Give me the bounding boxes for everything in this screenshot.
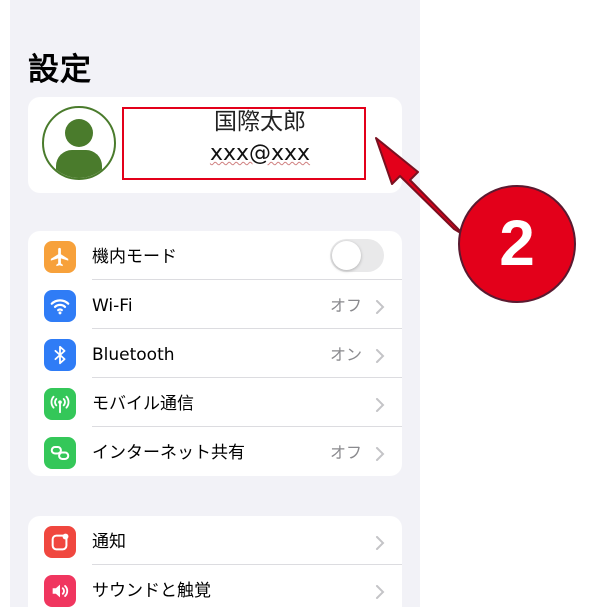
notifications-icon [44,526,76,558]
wifi-icon [44,290,76,322]
chevron-right-icon [376,585,385,599]
bluetooth-icon [44,339,76,371]
airplane-icon [44,241,76,273]
chevron-right-icon [376,447,385,461]
settings-row-sounds-haptics[interactable]: サウンドと触覚 [28,565,402,607]
chevron-right-icon [376,398,385,412]
settings-row-value: オン [329,345,362,364]
settings-row-personal-hotspot[interactable]: インターネット共有 オフ [28,427,402,476]
settings-row-label: モバイル通信 [92,394,194,414]
page-title: 設定 [28,52,92,88]
chevron-right-icon [376,349,385,363]
settings-row-bluetooth[interactable]: Bluetooth オン [28,329,402,378]
step-number-badge: 2 [458,185,576,303]
settings-row-label: 機内モード [92,247,177,267]
settings-screen: 設定 国際太郎 xxx@xxx 機内モード Wi-Fi オフ Bluetooth… [10,0,420,607]
settings-row-label: Bluetooth [92,345,175,365]
settings-row-label: インターネット共有 [92,443,245,463]
settings-row-value: オフ [329,296,362,315]
cellular-icon [44,388,76,420]
connectivity-group: 機内モード Wi-Fi オフ Bluetooth オン モバイル通信 インターネ… [28,231,402,476]
chevron-right-icon [376,536,385,550]
sounds-icon [44,575,76,607]
settings-row-notifications[interactable]: 通知 [28,516,402,565]
avatar-body-shape [56,150,102,178]
settings-row-label: 通知 [92,532,126,552]
settings-row-label: サウンドと触覚 [92,581,211,601]
settings-row-wifi[interactable]: Wi-Fi オフ [28,280,402,329]
settings-row-label: Wi-Fi [92,296,133,316]
avatar-head-shape [65,119,93,147]
airplane-mode-toggle[interactable] [330,239,384,272]
toggle-knob [332,241,361,270]
settings-row-airplane-mode[interactable]: 機内モード [28,231,402,280]
notifications-group: 通知 サウンドと触覚 [28,516,402,607]
chevron-right-icon [376,300,385,314]
avatar [42,106,116,180]
profile-email: xxx@xxx [209,141,311,166]
personal-hotspot-icon [44,437,76,469]
settings-row-cellular[interactable]: モバイル通信 [28,378,402,427]
apple-account-row[interactable]: 国際太郎 xxx@xxx [28,97,402,193]
profile-name: 国際太郎 [214,109,306,135]
profile-text: 国際太郎 xxx@xxx [140,107,380,169]
settings-row-value: オフ [329,443,362,462]
